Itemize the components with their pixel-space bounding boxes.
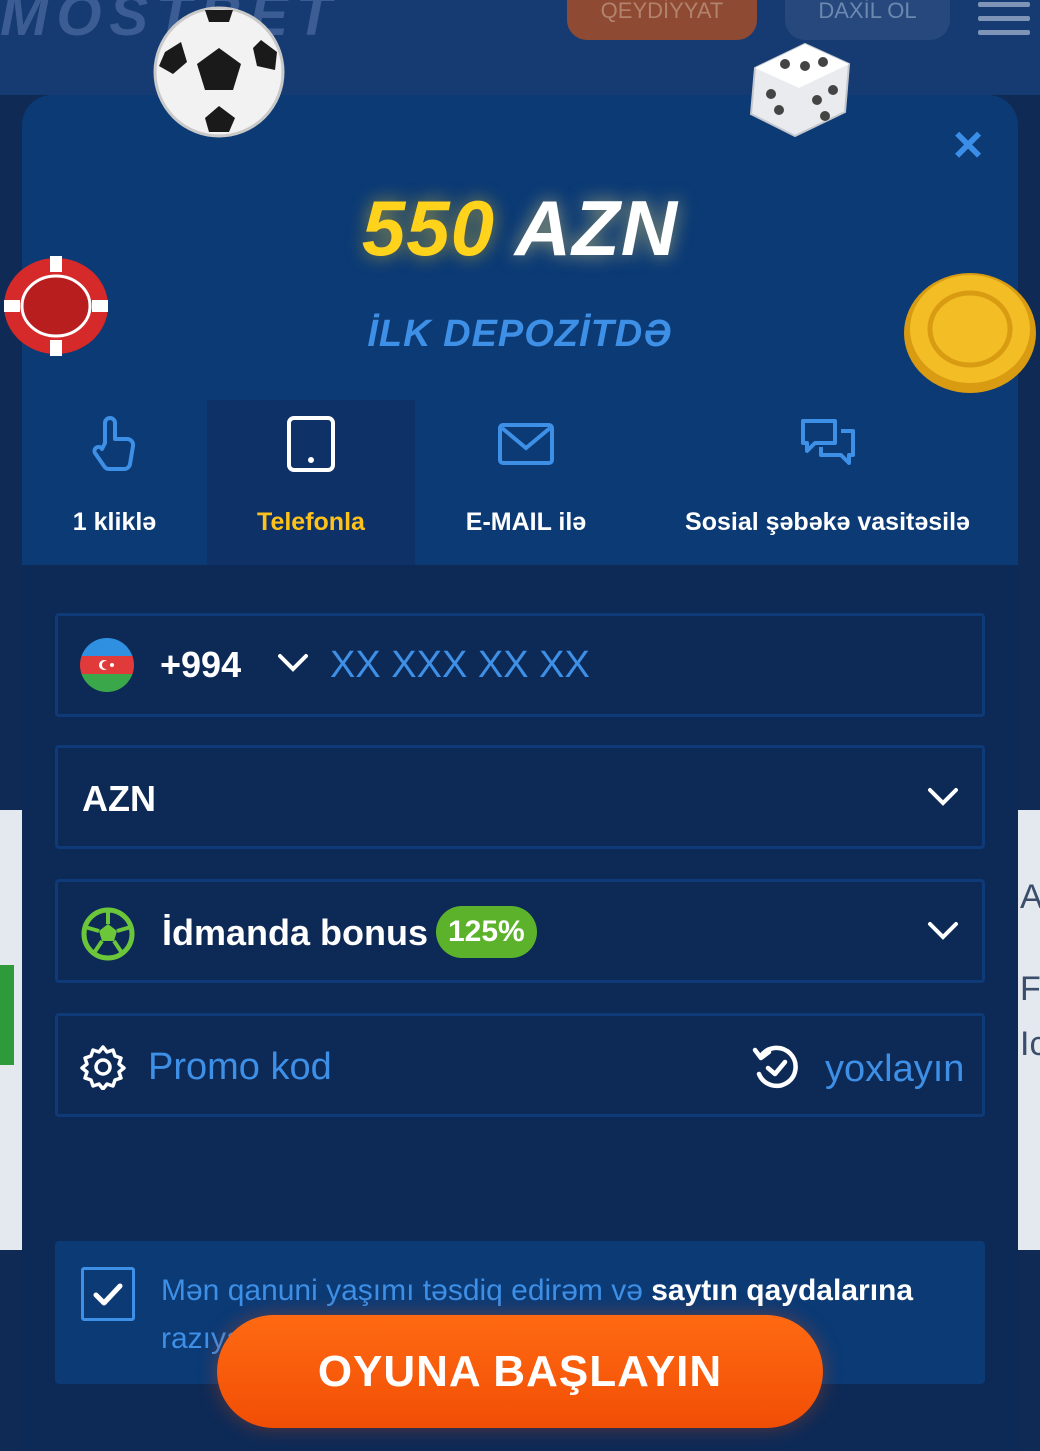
terms-text-start: Mən qanuni yaşımı təsdiq edirəm və bbox=[161, 1274, 643, 1307]
tab-label: 1 kliklə bbox=[72, 508, 157, 536]
phone-icon bbox=[287, 416, 335, 472]
bonus-subtitle: İLK DEPOZİTDƏ bbox=[367, 313, 673, 355]
tab-social[interactable]: Sosial şəbəkə vasitəsilə bbox=[637, 400, 1018, 565]
bonus-badge: 125% bbox=[436, 906, 537, 958]
currency-value: AZN bbox=[82, 778, 156, 819]
terms-link[interactable]: saytın qaydalarına bbox=[651, 1274, 913, 1307]
terms-checkbox[interactable] bbox=[81, 1267, 135, 1321]
hand-pointer-icon bbox=[92, 416, 135, 471]
bonus-amount-currency: AZN bbox=[514, 184, 679, 272]
bonus-amount: 550 AZN bbox=[22, 183, 1018, 274]
tab-email[interactable]: E-MAIL ilə bbox=[415, 400, 637, 565]
tab-label: Sosial şəbəkə vasitəsilə bbox=[685, 508, 970, 536]
start-game-button[interactable]: OYUNA BAŞLAYIN bbox=[217, 1315, 823, 1428]
chevron-down-icon[interactable] bbox=[276, 652, 310, 674]
registration-tabs: 1 kliklə Telefonla E-MAIL ilə Sosial şəb… bbox=[22, 400, 1018, 565]
bonus-amount-number: 550 bbox=[361, 184, 496, 272]
registration-modal: × 550 AZN İLK DEPOZİTDƏ 1 kliklə Telefon… bbox=[22, 95, 1018, 1451]
phone-field: +994 bbox=[55, 613, 985, 717]
dice-decoration-icon bbox=[749, 42, 851, 138]
hamburger-menu-icon[interactable] bbox=[978, 2, 1030, 44]
background-letter: F bbox=[1020, 970, 1040, 1008]
soccer-ball-decoration-icon bbox=[153, 6, 285, 138]
currency-select[interactable]: AZN bbox=[55, 745, 985, 849]
casino-chip-decoration-icon bbox=[4, 256, 108, 356]
chevron-down-icon bbox=[928, 922, 958, 940]
background-badge bbox=[0, 965, 14, 1065]
tab-one-click[interactable]: 1 kliklə bbox=[22, 400, 207, 565]
country-code[interactable]: +994 bbox=[160, 644, 241, 686]
background-letter: A bbox=[1020, 878, 1040, 916]
promo-field: yoxlayın bbox=[55, 1013, 985, 1117]
checkmark-icon bbox=[93, 1283, 123, 1306]
soccer-ball-icon bbox=[81, 907, 135, 961]
gold-coin-decoration-icon bbox=[904, 273, 1036, 393]
close-button[interactable]: × bbox=[946, 119, 990, 171]
login-button[interactable]: DAXİL OL bbox=[785, 0, 950, 40]
verify-label: yoxlayın bbox=[825, 1048, 965, 1090]
background-letter: Ic bbox=[1020, 1025, 1040, 1063]
bonus-select[interactable]: İdmanda bonus 125% bbox=[55, 879, 985, 983]
chat-bubbles-icon bbox=[800, 419, 855, 465]
phone-input[interactable] bbox=[330, 634, 950, 696]
chevron-down-icon bbox=[928, 788, 958, 806]
refresh-check-icon bbox=[752, 1045, 798, 1089]
register-button[interactable]: QEYDİYYAT bbox=[567, 0, 757, 40]
tab-phone[interactable]: Telefonla bbox=[207, 400, 415, 565]
background-content-right: A F Ic bbox=[1018, 810, 1040, 1250]
bonus-label: İdmanda bonus bbox=[162, 912, 429, 953]
envelope-icon bbox=[498, 423, 554, 465]
tab-label: E-MAIL ilə bbox=[465, 508, 587, 536]
tab-label: Telefonla bbox=[257, 508, 365, 536]
azerbaijan-flag-icon[interactable] bbox=[80, 638, 134, 692]
promo-input[interactable] bbox=[148, 1038, 708, 1096]
gear-icon bbox=[80, 1045, 126, 1090]
